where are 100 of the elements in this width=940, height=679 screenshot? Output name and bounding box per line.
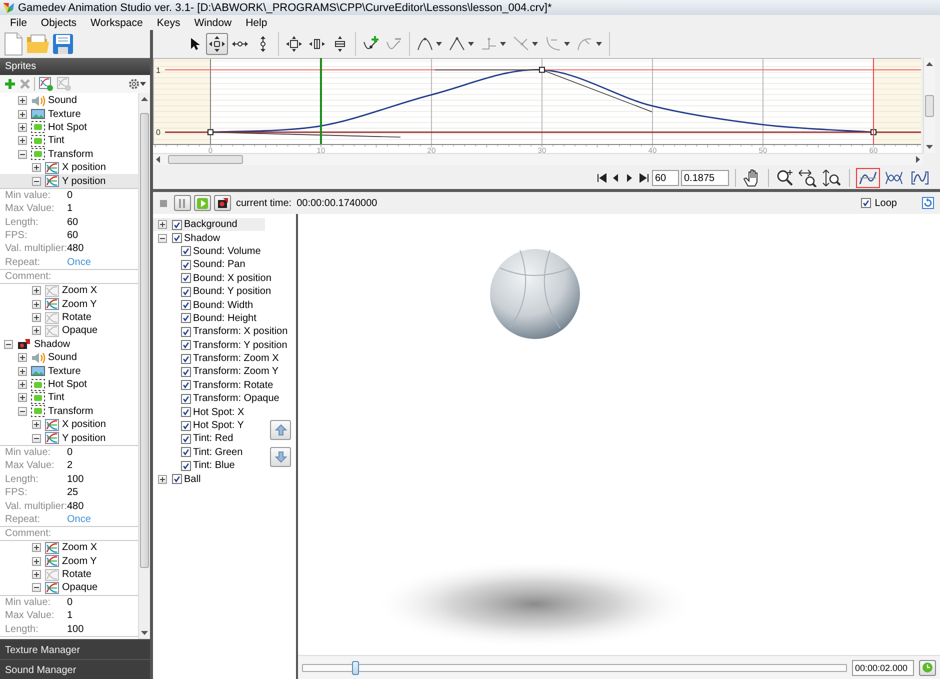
track-channel[interactable]: Bound: Y position [153, 284, 296, 298]
scroll-thumb[interactable] [140, 113, 149, 568]
move-up-button[interactable] [270, 420, 291, 440]
expand-toggle[interactable] [158, 234, 167, 243]
clock-button[interactable] [919, 660, 936, 676]
checkbox[interactable] [181, 354, 191, 364]
expand-toggle[interactable] [4, 340, 13, 349]
track-channel[interactable]: Bound: Width [153, 298, 296, 312]
scrollbar[interactable] [923, 58, 935, 153]
tree-item[interactable]: Tint [0, 391, 138, 405]
expand-toggle[interactable] [32, 570, 41, 580]
menu-item[interactable]: Workspace [84, 16, 150, 28]
expand-toggle[interactable] [32, 420, 41, 430]
tree-item[interactable]: Rotate [0, 568, 138, 582]
loop-label[interactable]: Loop [874, 198, 897, 208]
key-point[interactable] [870, 129, 876, 136]
checkbox[interactable] [181, 447, 191, 458]
expand-toggle[interactable] [32, 286, 41, 296]
checkbox[interactable] [181, 300, 191, 310]
expand-toggle[interactable] [32, 176, 41, 186]
expand-toggle[interactable] [18, 406, 27, 416]
expand-toggle[interactable] [32, 583, 41, 592]
expand-toggle[interactable] [18, 136, 27, 146]
record-button[interactable] [214, 195, 231, 211]
expand-toggle[interactable] [32, 300, 41, 309]
track-channel[interactable]: Tint: Red [153, 432, 296, 446]
settings-button[interactable] [128, 78, 146, 90]
pause-button[interactable] [174, 195, 191, 211]
track-item[interactable]: Ball [153, 472, 265, 486]
refresh-icon[interactable] [922, 197, 934, 209]
checkbox[interactable] [172, 474, 182, 484]
expand-toggle[interactable] [158, 220, 167, 230]
tree-item[interactable]: Opaque [0, 581, 138, 595]
tree-item[interactable]: Shadow [0, 338, 138, 352]
track-channel[interactable]: Transform: Zoom Y [153, 365, 296, 379]
track-channel[interactable]: Hot Spot: Y [153, 418, 296, 432]
expand-toggle[interactable] [18, 353, 27, 362]
add-curve-button[interactable] [39, 77, 53, 91]
checkbox[interactable] [181, 407, 191, 418]
track-item[interactable]: Shadow [153, 231, 265, 245]
time-field[interactable]: 00:00:02.000 [852, 660, 914, 676]
track-channel[interactable]: Sound: Volume [153, 244, 296, 258]
tree-item[interactable]: X position [0, 418, 138, 432]
track-channel[interactable]: Bound: X position [153, 272, 296, 285]
checkbox[interactable] [181, 420, 191, 431]
track-channel[interactable]: Hot Spot: X [153, 405, 296, 419]
track-channel[interactable]: Tint: Green [153, 446, 296, 460]
key-point[interactable] [538, 66, 545, 73]
checkbox[interactable] [181, 260, 191, 270]
checkbox[interactable] [181, 313, 191, 324]
menu-item[interactable]: Window [187, 16, 239, 28]
checkbox[interactable] [181, 366, 191, 377]
expand-toggle[interactable] [18, 393, 27, 402]
tree-item[interactable]: Y position [0, 174, 138, 188]
tree-item[interactable]: Sound [0, 94, 138, 108]
frame-field[interactable]: 60 [652, 170, 679, 186]
first-frame-button[interactable] [596, 173, 608, 183]
zoom-vertical-button[interactable] [821, 169, 843, 187]
expand-toggle[interactable] [32, 543, 41, 552]
checkbox[interactable] [172, 233, 182, 244]
scroll-thumb[interactable] [168, 155, 243, 164]
expand-toggle[interactable] [18, 366, 27, 376]
expand-toggle[interactable] [32, 313, 41, 322]
checkbox[interactable] [172, 220, 182, 230]
checkbox[interactable] [181, 326, 191, 337]
checkbox[interactable] [181, 273, 191, 284]
menu-item[interactable]: Help [238, 16, 274, 28]
expand-toggle[interactable] [18, 122, 27, 132]
track-channel[interactable]: Transform: Y position [153, 338, 296, 352]
key-point[interactable] [207, 129, 214, 136]
track-channel[interactable]: Transform: Opaque [153, 392, 296, 406]
expand-toggle[interactable] [18, 96, 27, 106]
checkbox[interactable] [181, 340, 191, 350]
tree-item[interactable]: X position [0, 160, 138, 174]
tree-item[interactable]: Rotate [0, 310, 138, 324]
checkbox[interactable] [181, 460, 191, 471]
checkbox[interactable] [181, 380, 191, 390]
move-down-button[interactable] [270, 447, 291, 467]
tree-item[interactable]: Zoom Y [0, 297, 138, 311]
scroll-thumb[interactable] [925, 94, 934, 116]
expand-toggle[interactable] [32, 326, 41, 336]
tree-item[interactable]: Transform [0, 148, 138, 161]
checkbox[interactable] [181, 246, 191, 256]
scrollbar[interactable] [153, 153, 923, 165]
manager-tab[interactable]: Sound Manager [0, 659, 150, 679]
expand-toggle[interactable] [32, 163, 41, 172]
expand-toggle[interactable] [32, 556, 41, 566]
track-channel[interactable]: Sound: Pan [153, 258, 296, 272]
add-button[interactable] [4, 78, 16, 90]
value-field[interactable]: 0.1875 [681, 170, 729, 186]
expand-toggle[interactable] [32, 434, 41, 443]
expand-toggle[interactable] [18, 150, 27, 159]
manager-tab[interactable]: Texture Manager [0, 639, 150, 659]
track-channel[interactable]: Transform: X position [153, 325, 296, 339]
menu-item[interactable]: Objects [34, 16, 84, 28]
track-channel[interactable]: Bound: Height [153, 312, 296, 326]
tree-item[interactable]: Texture [0, 364, 138, 378]
track-channel[interactable]: Transform: Zoom X [153, 352, 296, 366]
track-item[interactable]: Background [153, 218, 265, 232]
tree-item[interactable]: Hot Spot [0, 378, 138, 392]
